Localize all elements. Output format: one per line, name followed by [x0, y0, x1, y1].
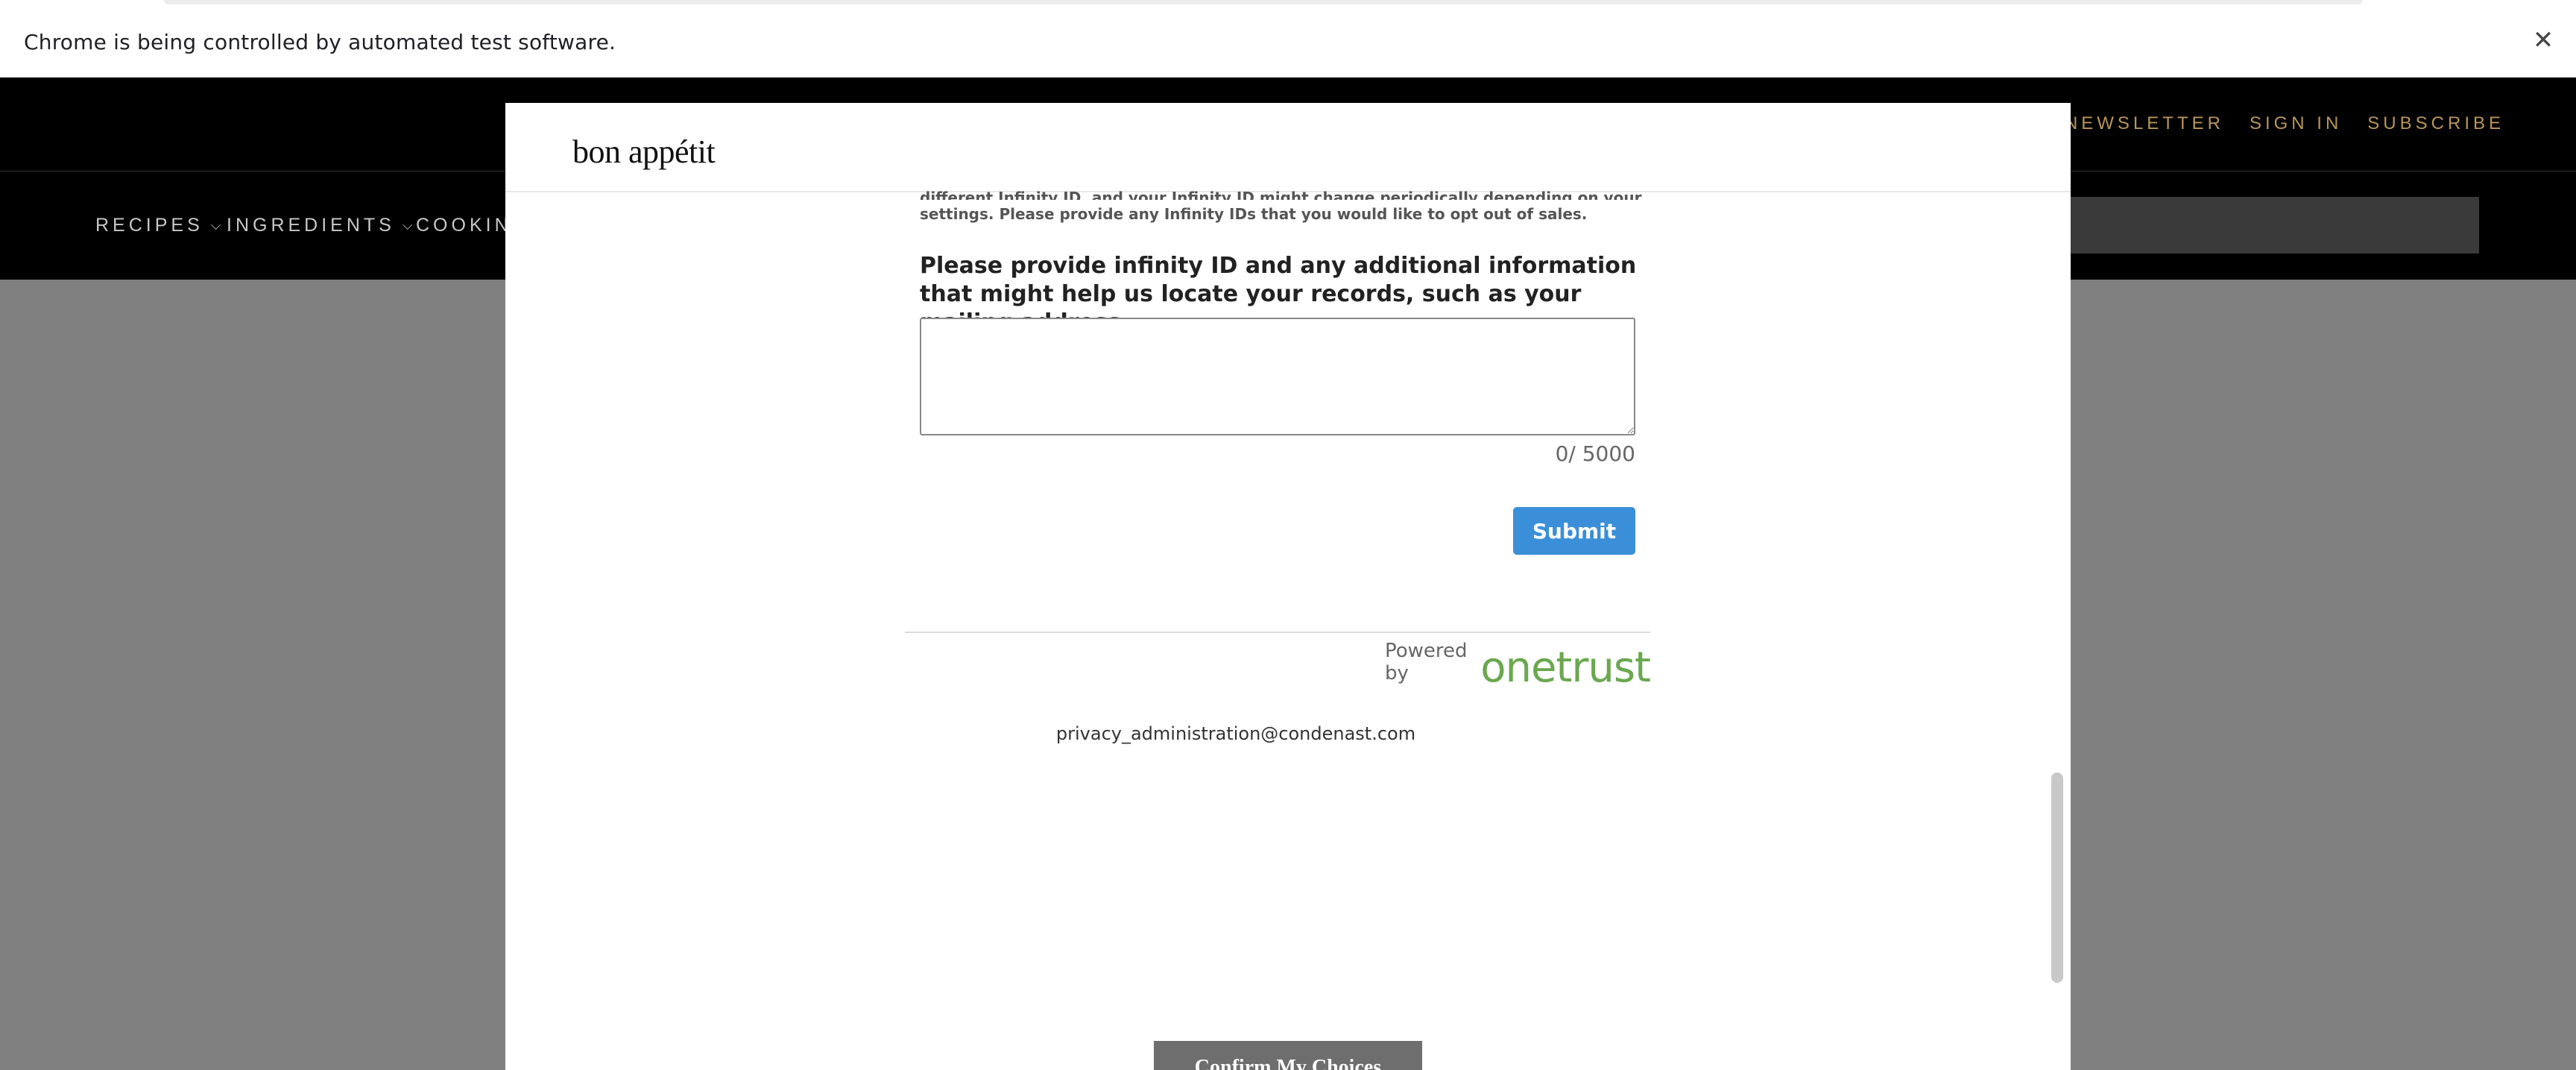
powered-by-onetrust[interactable]: Powered by onetrust — [1385, 640, 1651, 692]
chevron-down-icon: ⌵ — [402, 218, 417, 233]
infinity-id-instructions: different Infinity ID, and your Infinity… — [920, 183, 1650, 228]
subscribe-link[interactable]: SUBSCRIBE — [2367, 113, 2504, 134]
privacy-modal: bon appétit different Infinity ID, and y… — [505, 103, 2071, 1070]
tab-strip-edge — [164, 0, 2363, 4]
infobar-message: Chrome is being controlled by automated … — [24, 30, 616, 54]
bon-appetit-logo: bon appétit — [572, 133, 716, 170]
divider — [905, 632, 1650, 633]
site-top-links: NEWSLETTER SIGN IN SUBSCRIBE — [2065, 113, 2504, 134]
powered-by-label: Powered by — [1385, 640, 1468, 685]
sign-in-link[interactable]: SIGN IN — [2250, 113, 2342, 134]
modal-header: bon appétit — [505, 103, 2071, 192]
close-icon[interactable]: ✕ — [2528, 25, 2558, 55]
instructions-line: settings. Please provide any Infinity ID… — [920, 205, 1588, 223]
nav-item-label: COOKIN — [416, 215, 512, 236]
character-counter: 0/ 5000 — [1555, 441, 1635, 466]
nav-item-ingredients[interactable]: INGREDIENTS ⌵ — [227, 215, 417, 236]
instructions-line: different Infinity ID, and your Infinity… — [920, 189, 1642, 200]
infinity-id-textarea[interactable] — [920, 318, 1635, 435]
confirm-my-choices-button[interactable]: Confirm My Choices — [1154, 1041, 1422, 1070]
site-search-bar[interactable] — [2027, 197, 2479, 254]
nav-item-recipes[interactable]: RECIPES ⌵ — [95, 215, 224, 236]
onetrust-logo: onetrust — [1480, 643, 1651, 692]
chevron-down-icon: ⌵ — [210, 218, 225, 233]
nav-item-cooking[interactable]: COOKIN — [416, 215, 512, 236]
submit-button[interactable]: Submit — [1513, 507, 1635, 555]
scrollbar-thumb[interactable] — [2051, 772, 2063, 983]
nav-item-label: INGREDIENTS — [227, 215, 395, 236]
newsletter-link[interactable]: NEWSLETTER — [2065, 113, 2224, 134]
contact-email[interactable]: privacy_administration@condenast.com — [1027, 723, 1445, 744]
nav-item-label: RECIPES — [95, 215, 203, 236]
automation-infobar: Chrome is being controlled by automated … — [0, 0, 2576, 78]
